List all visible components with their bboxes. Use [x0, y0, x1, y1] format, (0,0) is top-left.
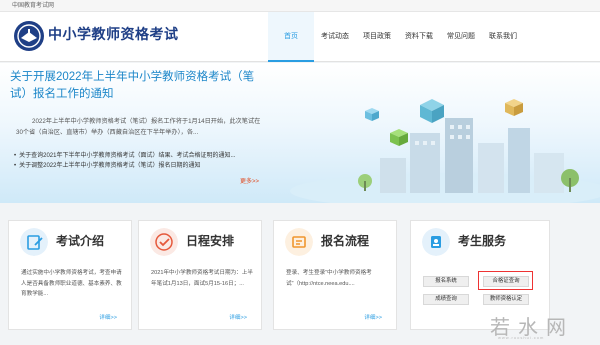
nav-item-contact[interactable]: 联系我们: [482, 12, 524, 62]
highlight-box: [478, 271, 533, 290]
document-edit-icon: [20, 228, 48, 256]
topbar-text: 中国教育考试网: [12, 3, 55, 9]
header: 中小学教师资格考试 首页 考试动态 项目政策 资料下载 常见问题 联系我们: [0, 12, 600, 62]
card-schedule[interactable]: 日程安排 2021年中小学教师资格考试日期为：上半年笔试1月13日，面试5月15…: [138, 220, 262, 330]
card-registration-process[interactable]: 报名流程 登录、考生登录“中小学教师资格考试”（http://ntce.neea…: [273, 220, 397, 330]
banner-more-link[interactable]: 更多>>: [240, 176, 259, 185]
card-title: 考生服务: [458, 234, 507, 248]
site-title[interactable]: 中小学教师资格考试: [48, 24, 179, 44]
card-title: 日程安排: [186, 234, 235, 248]
banner: 关于开展2022年上半年中小学教师资格考试（笔试）报名工作的通知 2022年上半…: [0, 63, 600, 203]
teacher-certification-button[interactable]: 教师资格认定: [483, 294, 529, 305]
banner-news-list: 关于查询2021年下半年中小学教师资格考试（面试）结果、考试合格证明的通知...…: [14, 151, 264, 171]
checkmark-icon: [150, 228, 178, 256]
user-service-icon: [422, 228, 450, 256]
card-text: 2021年中小学教师资格考试日期为：上半年笔试1月13日，面试5月15-16日；…: [151, 270, 253, 287]
card-more-link[interactable]: 详细>>: [99, 313, 117, 321]
card-text: 通过实施中小学教师资格考试，考查申请人是否具备教师职业道德、基本素养、教育教学能…: [21, 270, 122, 297]
topbar: 中国教育考试网: [0, 0, 600, 12]
nav-item-home[interactable]: 首页: [268, 12, 314, 62]
card-exam-intro[interactable]: 考试介绍 通过实施中小学教师资格考试，考查申请人是否具备教师职业道德、基本素养、…: [8, 220, 132, 330]
card-text: 登录、考生登录“中小学教师资格考试”（http://ntce.neea.edu.…: [286, 270, 372, 287]
news-item[interactable]: 关于调整2022年上半年中小学教师资格考试（笔试）报名日期的通知: [14, 161, 264, 171]
banner-body: 2022年上半年中小学教师资格考试（笔试）报名工作将于1月14日开始，此次笔试在…: [16, 118, 261, 136]
nav-item-faq[interactable]: 常见问题: [440, 12, 482, 62]
process-icon: [285, 228, 313, 256]
banner-title[interactable]: 关于开展2022年上半年中小学教师资格考试（笔试）报名工作的通知: [10, 69, 260, 103]
nav-item-downloads[interactable]: 资料下载: [398, 12, 440, 62]
watermark-sub: www.ruoshui.com: [498, 335, 545, 340]
card-title: 考试介绍: [56, 234, 105, 248]
nav-item-policy[interactable]: 项目政策: [356, 12, 398, 62]
card-title: 报名流程: [321, 234, 370, 248]
edu-logo-icon[interactable]: [13, 20, 45, 52]
news-item[interactable]: 关于查询2021年下半年中小学教师资格考试（面试）结果、考试合格证明的通知...: [14, 151, 264, 161]
card-more-link[interactable]: 详细>>: [364, 313, 382, 321]
registration-system-button[interactable]: 报名系统: [423, 276, 469, 287]
card-more-link[interactable]: 详细>>: [229, 313, 247, 321]
nav-item-exam-news[interactable]: 考试动态: [314, 12, 356, 62]
city-illustration: [290, 99, 600, 203]
score-query-button[interactable]: 成绩查询: [423, 294, 469, 305]
page: 中国教育考试网 中小学教师资格考试 首页 考试动态 项目政策 资料下载 常见问题…: [0, 0, 600, 345]
main-nav: 首页 考试动态 项目政策 资料下载 常见问题 联系我们: [268, 12, 524, 62]
